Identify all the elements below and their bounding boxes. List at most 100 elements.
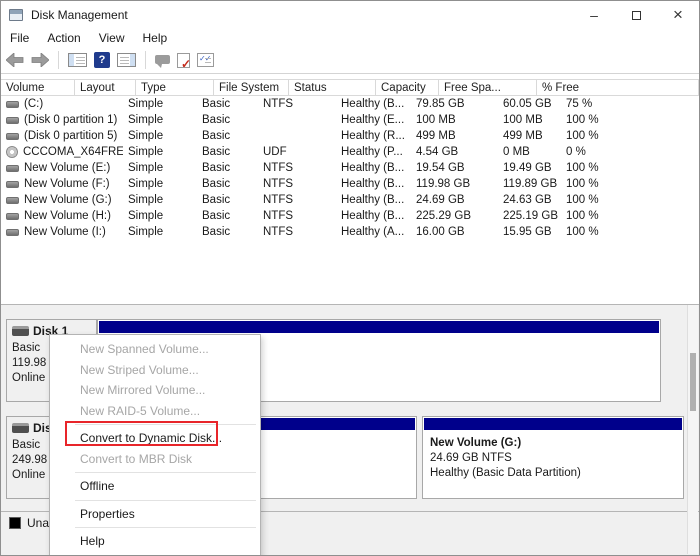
status-cell: Healthy (P... — [336, 144, 411, 160]
column-header[interactable]: File System — [214, 80, 289, 95]
percent-free-cell: 100 % — [561, 176, 659, 192]
volume-cell: CCCOMA_X64FRE... — [1, 144, 123, 160]
empty-cell — [659, 96, 699, 112]
checklist-icon: ✓✓ — [197, 53, 214, 67]
free-space-cell: 24.63 GB — [498, 192, 561, 208]
toolbar-separator — [58, 51, 59, 69]
show-console-tree-button[interactable] — [68, 53, 87, 67]
capacity-cell: 24.69 GB — [411, 192, 498, 208]
window-controls: – × — [573, 1, 699, 29]
filesystem-cell: NTFS — [258, 224, 336, 240]
maximize-button[interactable] — [615, 1, 657, 29]
context-menu-item[interactable]: New Striped Volume... — [50, 360, 260, 381]
partition-banner — [424, 418, 682, 430]
context-menu-item[interactable]: New RAID-5 Volume... — [50, 401, 260, 422]
forward-button[interactable] — [31, 53, 49, 67]
column-header[interactable]: Layout — [75, 80, 136, 95]
help-button[interactable]: ? — [94, 52, 110, 68]
partition-banner — [99, 321, 659, 333]
status-cell: Healthy (B... — [336, 160, 411, 176]
type-cell: Basic — [197, 128, 258, 144]
table-row[interactable]: (C:) Simple Basic NTFS Healthy (B... 79.… — [1, 96, 699, 112]
properties-list-button[interactable]: ✓✓ — [197, 53, 214, 67]
volume-cell: (Disk 0 partition 5) — [1, 128, 123, 144]
column-header[interactable]: Capacity — [376, 80, 439, 95]
volume-icon — [6, 229, 19, 236]
minimize-button[interactable]: – — [573, 1, 615, 29]
help-icon: ? — [94, 52, 110, 68]
column-header[interactable]: Type — [136, 80, 214, 95]
table-row[interactable]: CCCOMA_X64FRE... Simple Basic UDF Health… — [1, 144, 699, 160]
table-row[interactable]: New Volume (F:) Simple Basic NTFS Health… — [1, 176, 699, 192]
partition-health: Healthy (Basic Data Partition) — [430, 466, 683, 481]
empty-cell — [659, 144, 699, 160]
menubar-item[interactable]: Action — [40, 31, 91, 45]
context-menu-item[interactable]: Convert to MBR Disk — [50, 449, 260, 470]
context-menu-item[interactable]: New Spanned Volume... — [50, 339, 260, 360]
filesystem-cell: UDF — [258, 144, 336, 160]
percent-free-cell: 100 % — [561, 192, 659, 208]
show-action-pane-button[interactable] — [117, 53, 136, 67]
column-header[interactable]: Volume — [1, 80, 75, 95]
capacity-cell: 16.00 GB — [411, 224, 498, 240]
scrollbar-thumb[interactable] — [690, 353, 696, 411]
maximize-icon — [632, 11, 641, 20]
status-cell: Healthy (A... — [336, 224, 411, 240]
context-menu-item[interactable]: Help — [50, 531, 260, 552]
menubar-item[interactable]: View — [92, 31, 136, 45]
vertical-scrollbar[interactable] — [687, 305, 698, 554]
filesystem-cell: NTFS — [258, 208, 336, 224]
capacity-cell: 19.54 GB — [411, 160, 498, 176]
table-row[interactable]: New Volume (I:) Simple Basic NTFS Health… — [1, 224, 699, 240]
volume-name: New Volume (I:) — [24, 226, 106, 238]
column-header[interactable]: Status — [289, 80, 376, 95]
free-space-cell: 119.89 GB — [498, 176, 561, 192]
disk2-partition-2[interactable]: New Volume (G:) 24.69 GB NTFS Healthy (B… — [422, 416, 684, 499]
annotation-red-box — [65, 421, 218, 446]
percent-free-cell: 100 % — [561, 128, 659, 144]
column-header[interactable]: Free Spa... — [439, 80, 537, 95]
volume-name: (C:) — [24, 98, 43, 110]
volume-name: New Volume (E:) — [24, 162, 110, 174]
status-cell: Healthy (B... — [336, 96, 411, 112]
layout-cell: Simple — [123, 208, 197, 224]
pointer-tool-button[interactable] — [155, 57, 170, 64]
filesystem-cell: NTFS — [258, 176, 336, 192]
capacity-cell: 100 MB — [411, 112, 498, 128]
volume-icon — [6, 197, 19, 204]
empty-cell — [659, 208, 699, 224]
layout-cell: Simple — [123, 192, 197, 208]
volume-list-rows: (C:) Simple Basic NTFS Healthy (B... 79.… — [1, 96, 699, 240]
volume-icon — [6, 101, 19, 108]
disk-icon — [12, 326, 29, 336]
console-tree-icon — [68, 53, 87, 67]
toolbar: ? ✓ ✓✓ — [1, 47, 699, 74]
free-space-cell: 19.49 GB — [498, 160, 561, 176]
type-cell: Basic — [197, 144, 258, 160]
title-bar: Disk Management – × — [1, 1, 699, 29]
table-row[interactable]: New Volume (H:) Simple Basic NTFS Health… — [1, 208, 699, 224]
refresh-check-button[interactable]: ✓ — [177, 53, 190, 68]
close-button[interactable]: × — [657, 1, 699, 29]
menubar-item[interactable]: File — [3, 31, 40, 45]
volume-list-header: Volume Layout Type File System Status Ca… — [1, 79, 699, 96]
column-header[interactable] — [693, 80, 699, 95]
column-header[interactable]: % Free — [537, 80, 693, 95]
capacity-cell: 4.54 GB — [411, 144, 498, 160]
window-title: Disk Management — [31, 8, 128, 22]
table-row[interactable]: (Disk 0 partition 1) Simple Basic Health… — [1, 112, 699, 128]
context-menu-item[interactable]: New Mirrored Volume... — [50, 380, 260, 401]
status-cell: Healthy (B... — [336, 208, 411, 224]
context-menu-item[interactable]: Offline — [50, 476, 260, 497]
context-menu-item[interactable]: Properties — [50, 504, 260, 525]
volume-cell: (C:) — [1, 96, 123, 112]
empty-cell — [659, 192, 699, 208]
type-cell: Basic — [197, 112, 258, 128]
back-button[interactable] — [6, 53, 24, 67]
table-row[interactable]: New Volume (E:) Simple Basic NTFS Health… — [1, 160, 699, 176]
action-pane-icon — [117, 53, 136, 67]
table-row[interactable]: (Disk 0 partition 5) Simple Basic Health… — [1, 128, 699, 144]
volume-name: New Volume (F:) — [24, 178, 110, 190]
table-row[interactable]: New Volume (G:) Simple Basic NTFS Health… — [1, 192, 699, 208]
menubar-item[interactable]: Help — [136, 31, 179, 45]
